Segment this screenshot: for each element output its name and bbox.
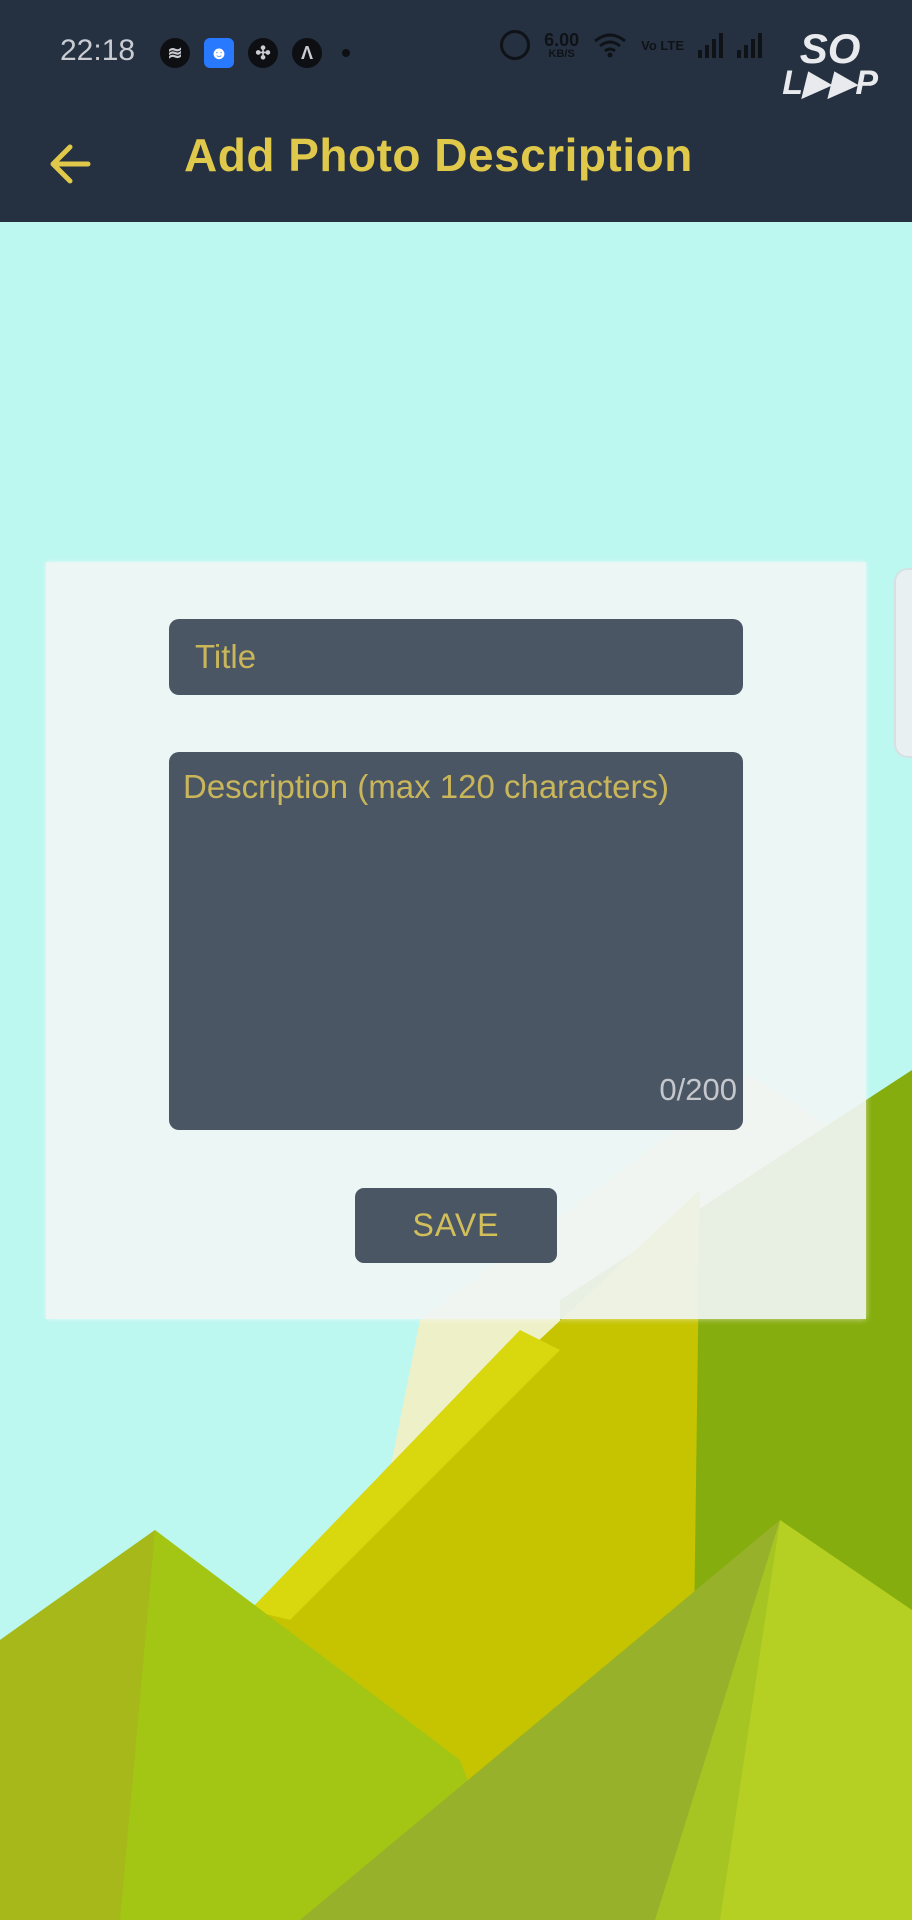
app-bar: Add Photo Description <box>0 110 912 222</box>
watermark-logo: SO L▶▶P <box>782 25 878 102</box>
status-indicators: 6.00 KB/S Vo LTE <box>500 30 762 60</box>
watermark-bottom: L▶▶P <box>782 63 878 102</box>
page-title: Add Photo Description <box>184 129 693 181</box>
android-icon: ☻ <box>204 38 234 68</box>
wifi-icon <box>594 33 627 58</box>
notification-dot-icon <box>342 49 350 57</box>
net-speed-unit: KB/S <box>548 47 575 60</box>
alarm-icon <box>500 30 531 60</box>
description-input[interactable] <box>169 752 743 1130</box>
signal-2-icon <box>737 32 762 58</box>
arrow-left-icon[interactable] <box>40 134 100 194</box>
arrow-icon: Λ <box>292 38 322 68</box>
save-button[interactable]: SAVE <box>355 1188 557 1263</box>
watermark-top: SO <box>799 25 861 72</box>
status-app-icons: ≋ ☻ ✣ Λ <box>160 38 350 68</box>
edge-panel-handle[interactable] <box>894 568 912 758</box>
title-input[interactable] <box>169 619 743 695</box>
character-counter: 0/200 <box>659 1072 737 1107</box>
app-grid-icon: ✣ <box>248 38 278 68</box>
spotify-icon: ≋ <box>160 38 190 68</box>
status-bar: 22:18 ≋ ☻ ✣ Λ 6.00 KB/S Vo LTE SO L▶▶P <box>0 0 912 110</box>
signal-1-icon <box>698 32 723 58</box>
network-speed: 6.00 KB/S <box>544 31 579 60</box>
volte-indicator: Vo LTE <box>641 37 684 53</box>
net-speed-value: 6.00 <box>544 29 580 50</box>
description-field: 0/200 <box>169 752 743 1130</box>
status-time: 22:18 <box>60 34 136 67</box>
